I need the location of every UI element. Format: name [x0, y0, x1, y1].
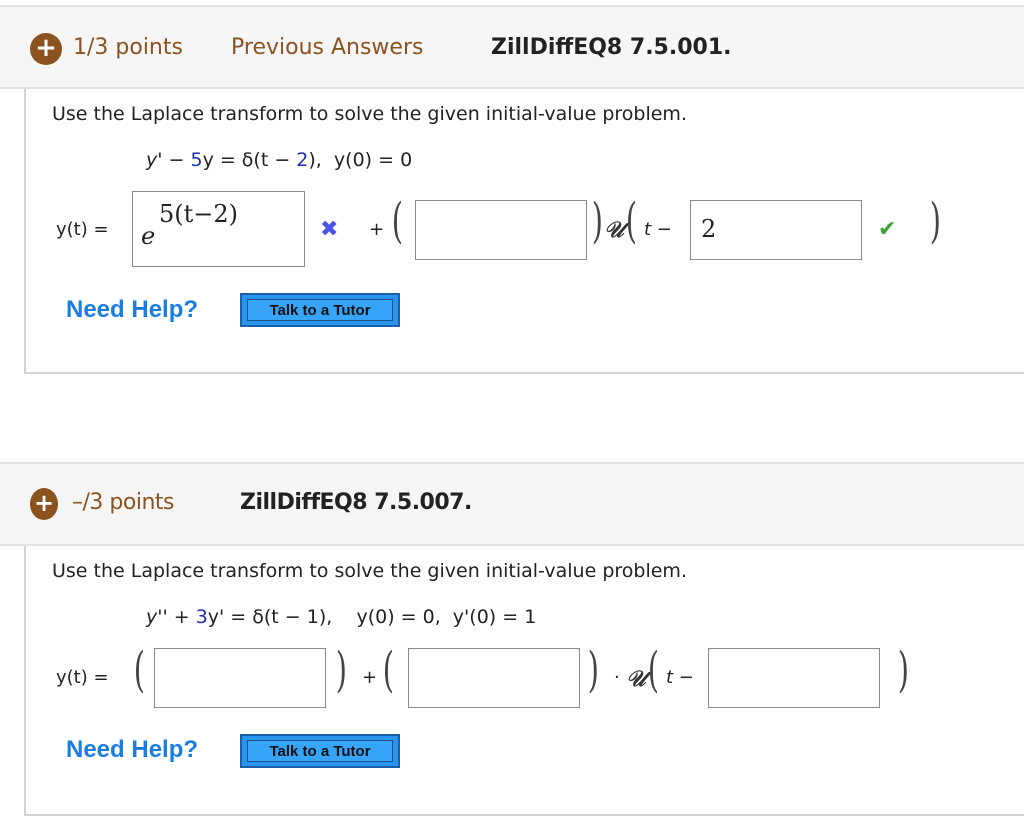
question-1-body: Use the Laplace transform to solve the g… — [24, 89, 1024, 374]
points-label: –/3 points — [72, 490, 174, 515]
solution-lhs: y(t) = — [56, 667, 109, 688]
talk-to-tutor-label: Talk to a Tutor — [247, 740, 393, 762]
need-help-label: Need Help? — [66, 736, 199, 763]
heaviside-u-symbol: 𝒰 — [604, 217, 624, 243]
plus-operator: + — [369, 219, 385, 240]
open-paren: ( — [647, 642, 659, 698]
solution-lhs: y(t) = — [56, 219, 109, 240]
close-paren: ) — [335, 642, 347, 698]
plus-operator: + — [362, 667, 378, 688]
ivp-equation: y' − 5y = δ(t − 2), y(0) = 0 — [146, 149, 412, 171]
question-2-body: Use the Laplace transform to solve the g… — [24, 546, 1024, 816]
incorrect-x-icon: ✖ — [320, 217, 339, 242]
question-2-header: + –/3 points ZillDiffEQ8 7.5.007. — [0, 462, 1024, 546]
t-minus-label: t − — [644, 219, 672, 240]
answer-value-base: e — [141, 222, 156, 250]
close-paren: ) — [591, 193, 603, 249]
expand-plus-icon[interactable]: + — [30, 488, 58, 520]
close-paren: ) — [929, 193, 941, 249]
answer-value: 2 — [701, 215, 717, 243]
need-help-label: Need Help? — [66, 296, 199, 323]
expand-plus-icon[interactable]: + — [30, 33, 62, 65]
previous-answers-link[interactable]: Previous Answers — [231, 35, 423, 60]
equation-coefficient: 5 — [190, 149, 203, 171]
talk-to-tutor-label: Talk to a Tutor — [247, 299, 393, 321]
answer-input-1[interactable] — [154, 648, 326, 708]
equation-part: y' − — [146, 149, 191, 171]
equation-coefficient: 2 — [296, 149, 309, 171]
equation-part: y' = δ(t − 1), y(0) = 0, y'(0) = 1 — [207, 606, 537, 628]
equation-part: y'' + — [146, 606, 196, 628]
talk-to-tutor-button[interactable]: Talk to a Tutor — [240, 734, 400, 768]
correct-check-icon: ✔ — [878, 217, 897, 242]
close-paren: ) — [897, 642, 909, 698]
question-1-header: + 1/3 points Previous Answers ZillDiffEQ… — [0, 5, 1024, 89]
dot-operator: · — [614, 667, 620, 688]
equation-part: ), y(0) = 0 — [308, 149, 413, 171]
open-paren: ( — [133, 642, 145, 698]
equation-coefficient: 3 — [195, 606, 208, 628]
question-prompt: Use the Laplace transform to solve the g… — [52, 560, 687, 582]
equation-part: y = δ(t − — [202, 149, 297, 171]
talk-to-tutor-button[interactable]: Talk to a Tutor — [240, 293, 400, 327]
answer-value-exponent: 5(t−2) — [159, 200, 239, 228]
answer-input-3[interactable]: 2 — [690, 200, 862, 260]
answer-input-3[interactable] — [708, 648, 880, 708]
answer-input-2[interactable] — [408, 648, 580, 708]
close-paren: ) — [587, 642, 599, 698]
t-minus-label: t − — [666, 667, 694, 688]
answer-input-2[interactable] — [415, 200, 587, 260]
heaviside-u-symbol: 𝒰 — [626, 666, 646, 692]
answer-input-1[interactable]: e 5(t−2) — [132, 191, 305, 267]
open-paren: ( — [625, 193, 637, 249]
open-paren: ( — [382, 642, 394, 698]
points-label: 1/3 points — [73, 35, 183, 60]
open-paren: ( — [391, 193, 403, 249]
question-id: ZillDiffEQ8 7.5.001. — [491, 35, 732, 60]
question-prompt: Use the Laplace transform to solve the g… — [52, 103, 687, 125]
ivp-equation: y'' + 3y' = δ(t − 1), y(0) = 0, y'(0) = … — [146, 606, 536, 628]
question-id: ZillDiffEQ8 7.5.007. — [240, 490, 472, 515]
